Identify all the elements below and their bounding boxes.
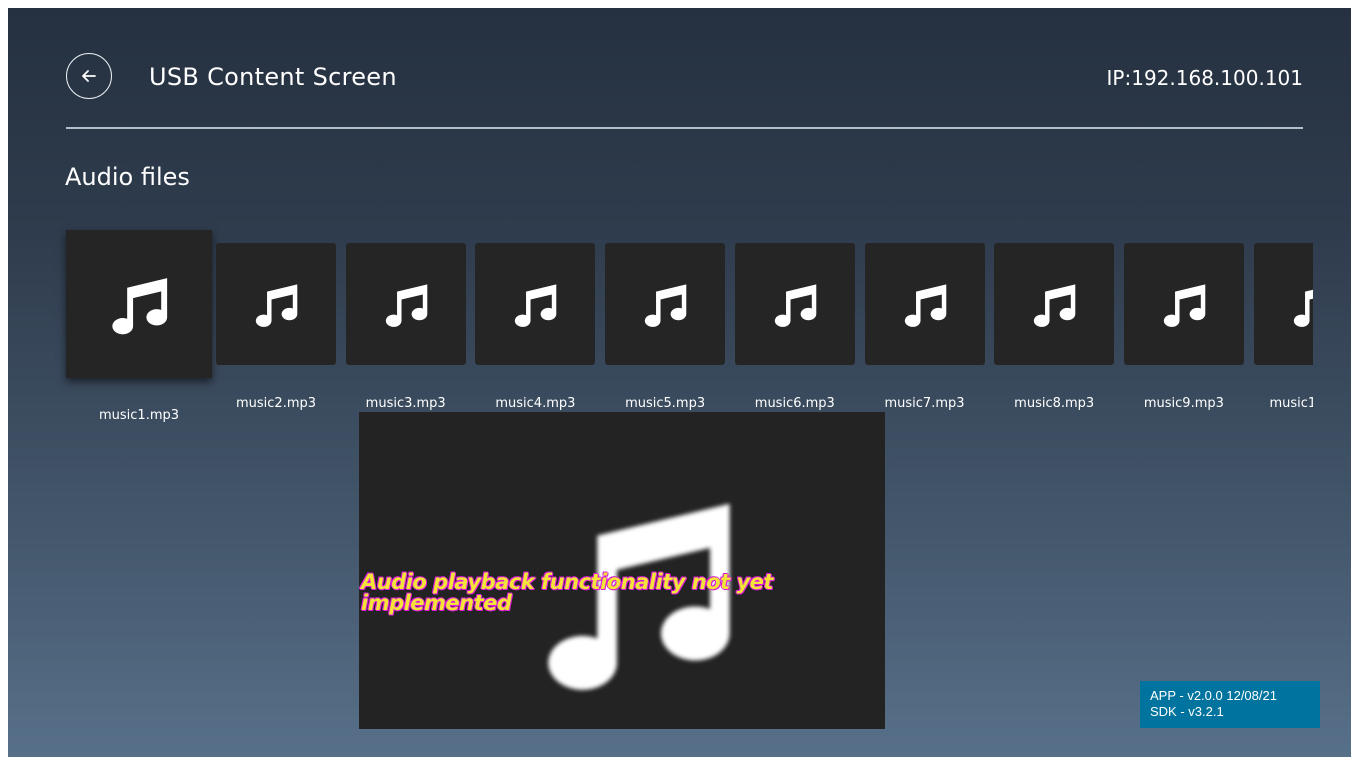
playback-message: Audio playback functionality not yet imp…	[361, 570, 773, 615]
file-name-label: music6.mp3	[754, 396, 835, 411]
music-note-icon	[515, 284, 557, 327]
file-name-label: music8.mp3	[1014, 396, 1095, 411]
sdk-version: SDK - v3.2.1	[1150, 704, 1224, 719]
file-name-label: music4.mp3	[495, 396, 576, 411]
file-tile[interactable]	[345, 243, 466, 365]
file-name-label: music5.mp3	[625, 396, 706, 411]
music-note-icon	[644, 284, 687, 327]
file-name-label: music3.mp3	[365, 396, 446, 411]
file-tile[interactable]	[66, 230, 212, 378]
music-note-icon	[255, 284, 298, 327]
file-name-label: music2.mp3	[235, 396, 317, 411]
music-note-icon	[1034, 284, 1076, 327]
music-note-icon	[385, 284, 427, 327]
file-tile[interactable]	[864, 243, 985, 365]
music-note-icon	[112, 278, 168, 335]
music-note-icon	[904, 284, 946, 327]
file-tile[interactable]	[994, 243, 1115, 365]
file-tile[interactable]	[216, 243, 336, 365]
file-tile[interactable]	[1253, 243, 1313, 365]
music-note-icon	[774, 284, 817, 327]
file-name-label: music7.mp3	[884, 396, 965, 411]
audio-preview: Audio playback functionality not yet imp…	[359, 412, 885, 729]
version-badge: APP - v2.0.0 12/08/21 SDK - v3.2.1	[1140, 681, 1320, 728]
file-tile[interactable]	[475, 243, 596, 365]
file-tile[interactable]	[1123, 243, 1244, 365]
file-name-label: music10.mp3	[1269, 396, 1313, 411]
file-name-label: music1.mp3	[98, 408, 180, 423]
usb-content-screen: USB Content Screen IP:192.168.100.101 Au…	[8, 8, 1351, 757]
file-name-label: music9.mp3	[1143, 396, 1224, 411]
music-note-icon	[1163, 284, 1206, 327]
music-note-icon	[1293, 289, 1313, 327]
app-version: APP - v2.0.0 12/08/21	[1150, 688, 1277, 703]
audio-file-list: music1.mp3 music2.mp3 music3.mp3 music4.mp3…	[8, 8, 1313, 448]
file-tile[interactable]	[605, 243, 726, 365]
file-tile[interactable]	[734, 243, 855, 365]
